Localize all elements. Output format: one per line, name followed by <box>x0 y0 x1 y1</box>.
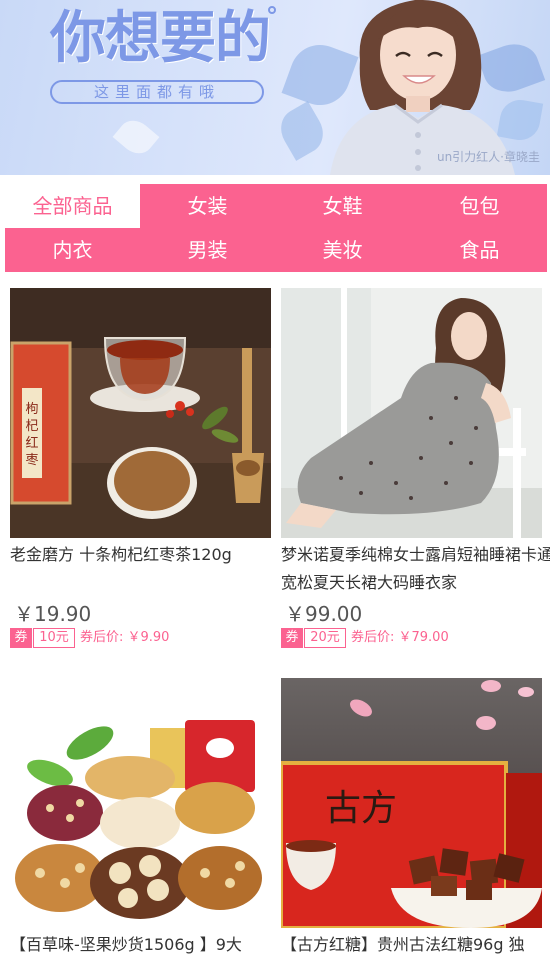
banner-credit: un引力红人·章晓圭 <box>436 150 540 164</box>
tab-underwear[interactable]: 内衣 <box>5 228 140 272</box>
product-card[interactable]: 【百草味-坚果炒货1506g 】9大 <box>10 678 271 961</box>
product-title[interactable]: 老金磨方 十条枸杞红枣茶120g <box>10 541 282 569</box>
svg-text:杞: 杞 <box>25 419 38 434</box>
coupon-tag: 券 <box>10 628 32 648</box>
tab-womens-shoes[interactable]: 女鞋 <box>275 184 410 228</box>
banner-title: 你想要的 <box>50 6 271 71</box>
degree-mark-icon <box>268 6 276 14</box>
product-image-nightdress[interactable] <box>281 288 542 538</box>
tab-food[interactable]: 食品 <box>412 228 547 272</box>
promo-banner[interactable]: 你想要的 这里面都有哦 un引力红人·章晓圭 <box>0 0 550 175</box>
product-image-tea[interactable]: 枸 杞 红 枣 <box>10 288 271 538</box>
product-image-brown-sugar[interactable]: 古方 <box>281 678 542 928</box>
svg-text:枣: 枣 <box>25 453 38 468</box>
after-coupon-price: 券后价: ￥79.00 <box>351 630 449 645</box>
box-label: 古方 <box>325 788 397 829</box>
product-card[interactable]: 古方 【古方红糖】贵州古法红糖96g 独 <box>281 678 542 961</box>
product-title[interactable]: 【古方红糖】贵州古法红糖96g 独 <box>281 931 550 959</box>
category-tabs: 全部商品 女装 女鞋 包包 内衣 男装 美妆 食品 <box>5 184 547 272</box>
tab-beauty[interactable]: 美妆 <box>275 228 410 272</box>
banner-subtitle: 这里面都有哦 <box>50 80 264 104</box>
svg-text:红: 红 <box>25 435 38 451</box>
tab-womens-clothing[interactable]: 女装 <box>140 184 275 228</box>
product-title[interactable]: 【百草味-坚果炒货1506g 】9大 <box>10 931 282 959</box>
product-image-nuts[interactable] <box>10 678 271 928</box>
product-card[interactable]: 梦米诺夏季纯棉女士露肩短袖睡裙卡通宽松夏天长裙大码睡衣家 ￥99.00 券 20… <box>281 288 550 653</box>
svg-text:枸: 枸 <box>25 402 38 417</box>
product-title[interactable]: 梦米诺夏季纯棉女士露肩短袖睡裙卡通宽松夏天长裙大码睡衣家 <box>281 541 550 597</box>
product-price: ￥19.90 <box>14 602 92 626</box>
tab-all-products[interactable]: 全部商品 <box>5 184 140 228</box>
coupon-row: 券 20元 券后价: ￥79.00 <box>281 628 542 648</box>
product-card[interactable]: 枸 杞 红 枣 老金磨方 十条枸杞红枣茶120g ￥19.90 券 10元 券后… <box>10 288 271 653</box>
product-price: ￥99.00 <box>285 602 363 626</box>
coupon-row: 券 10元 券后价: ￥9.90 <box>10 628 271 648</box>
coupon-tag: 券 <box>281 628 303 648</box>
leaf-decoration <box>112 113 160 161</box>
coupon-amount[interactable]: 10元 <box>33 628 75 648</box>
after-coupon-price: 券后价: ￥9.90 <box>80 630 170 645</box>
tab-mens-clothing[interactable]: 男装 <box>140 228 275 272</box>
coupon-amount[interactable]: 20元 <box>304 628 346 648</box>
tab-bags[interactable]: 包包 <box>412 184 547 228</box>
